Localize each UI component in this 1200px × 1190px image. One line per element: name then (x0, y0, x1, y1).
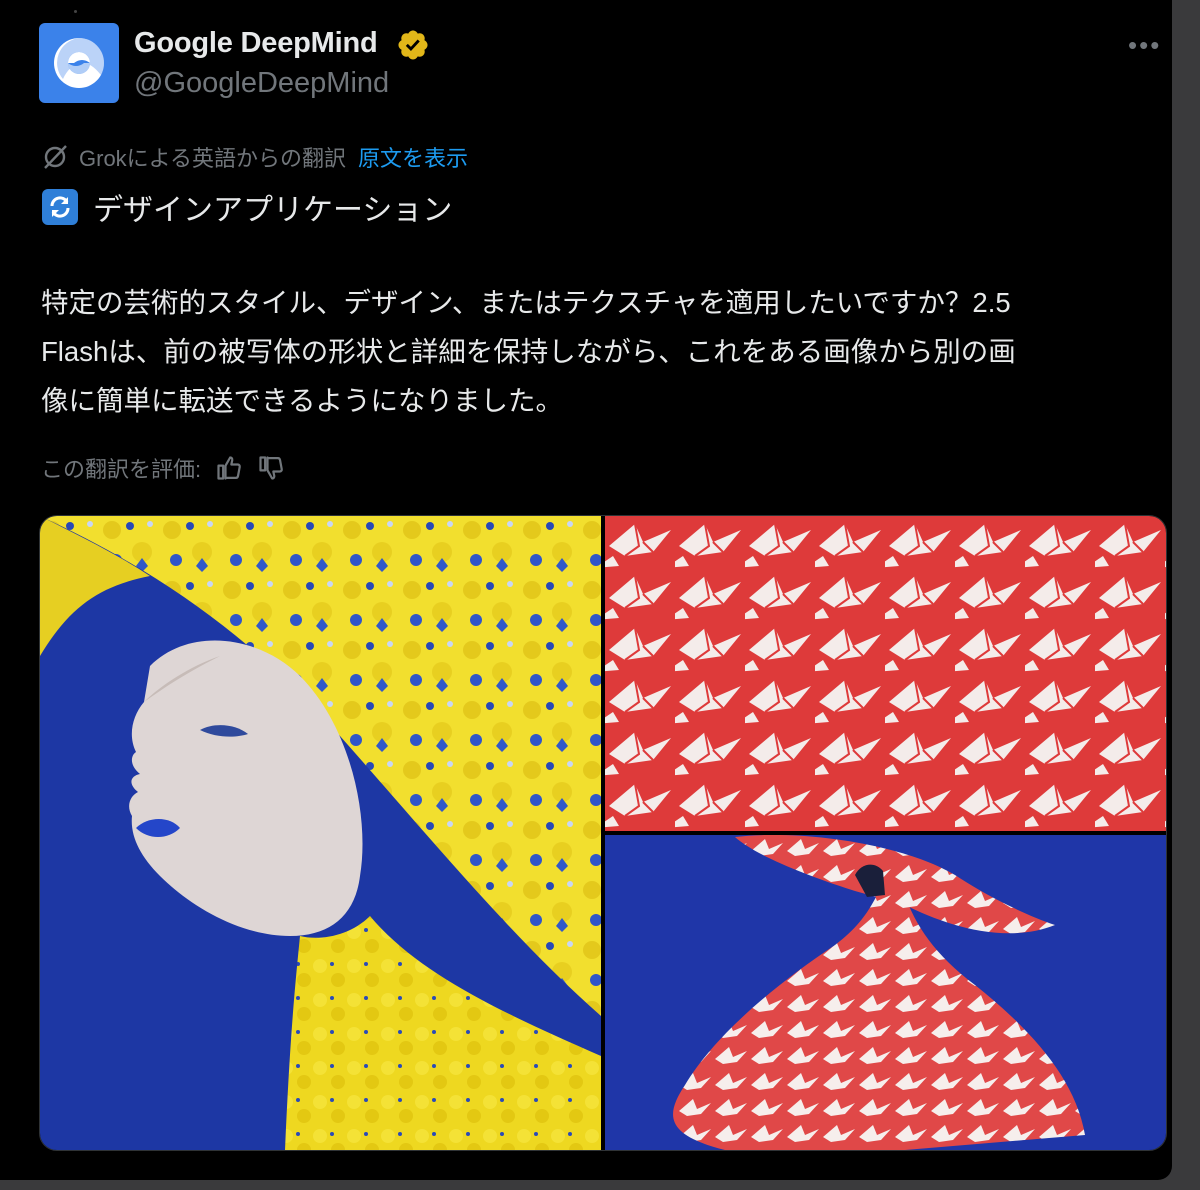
heading-text: デザインアプリケーション (93, 194, 453, 227)
dot-decoration (74, 10, 77, 13)
rate-translation: この翻訳を評価: (41, 450, 285, 486)
arrows-counterclockwise-emoji-icon (42, 189, 78, 225)
author-handle[interactable]: @GoogleDeepMind (134, 67, 389, 100)
thumbs-down-icon (259, 456, 283, 480)
figure-in-red-crane-pattern-cape-image (605, 835, 1166, 1150)
thumbs-down-button[interactable] (257, 454, 285, 482)
author-name[interactable]: Google DeepMind (134, 27, 378, 60)
post-heading: デザインアプリケーション (41, 185, 452, 229)
woman-in-yellow-floral-hat-image (40, 516, 601, 1150)
media-image-red-cape-figure[interactable] (605, 835, 1166, 1150)
show-original-link[interactable]: 原文を表示 (358, 141, 468, 173)
grok-icon (44, 145, 67, 169)
translation-label: Grokによる英語からの翻訳 (79, 146, 347, 171)
translation-note: Grokによる英語からの翻訳 原文を表示 (41, 141, 468, 173)
post-body: 特定の芸術的スタイル、デザイン、またはテクスチャを適用したいですか？2.5 Fl… (41, 278, 1156, 425)
thumbs-up-button[interactable] (215, 454, 243, 482)
avatar[interactable] (39, 23, 119, 103)
more-options-button[interactable]: ••• (1128, 30, 1161, 61)
media-image-woman-yellow-hat[interactable] (40, 516, 601, 1150)
red-paper-crane-pattern-image (605, 516, 1166, 831)
body-line: 像に簡単に転送できるようになりました。 (41, 385, 563, 416)
rate-label: この翻訳を評価: (41, 457, 202, 482)
verified-badge-icon[interactable] (396, 28, 430, 62)
post-card: Google DeepMind @GoogleDeepMind ••• Grok… (0, 0, 1172, 1180)
body-line: 特定の芸術的スタイル、デザイン、またはテクスチャを適用したいですか？2.5 (41, 287, 1011, 318)
thumbs-up-icon (217, 456, 241, 480)
media-grid (39, 515, 1167, 1151)
deepmind-logo-icon (54, 37, 105, 88)
body-line: Flashは、前の被写体の形状と詳細を保持しながら、これをある画像から別の画 (41, 336, 1016, 367)
media-image-crane-pattern[interactable] (605, 516, 1166, 831)
